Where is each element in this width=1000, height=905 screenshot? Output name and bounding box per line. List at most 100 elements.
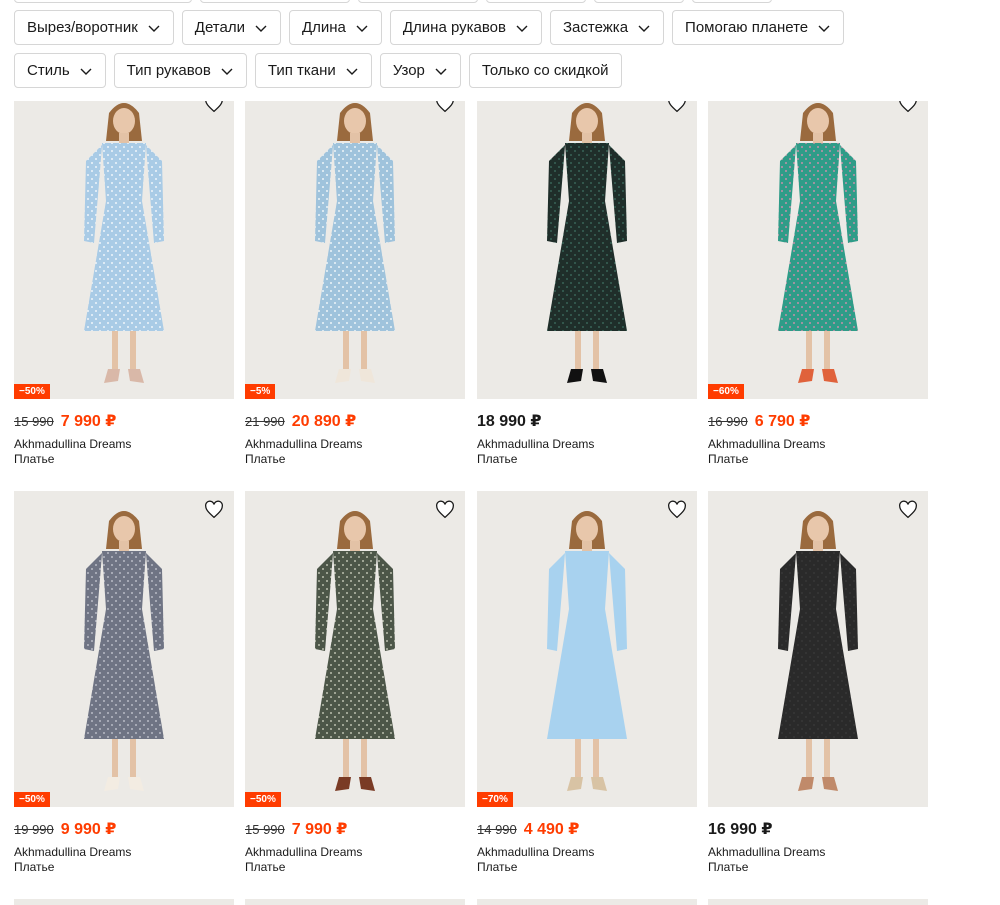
brand-name[interactable]: Akhmadullina Dreams bbox=[477, 437, 697, 452]
model-figure bbox=[547, 511, 627, 791]
filter-label: Длина bbox=[301, 19, 346, 36]
product-photo[interactable]: −50% bbox=[245, 491, 465, 807]
filter-label: Только со скидкой bbox=[481, 62, 609, 79]
filter-neckline[interactable]: Вырез/воротник bbox=[14, 10, 174, 45]
product-type: Платье bbox=[477, 860, 518, 874]
brand-name[interactable]: Akhmadullina Dreams bbox=[708, 437, 928, 452]
product-card[interactable]: 16 990 ₽ Akhmadullina Dreams Платье bbox=[708, 491, 928, 875]
price-block: 14 990 4 490 ₽ bbox=[477, 819, 697, 838]
filter-label: Узор bbox=[392, 62, 425, 79]
product-type: Платье bbox=[708, 860, 749, 874]
model-figure bbox=[315, 511, 395, 791]
heart-icon[interactable] bbox=[897, 499, 919, 521]
product-photo[interactable]: −5% bbox=[245, 101, 465, 399]
sale-price: 20 890 ₽ bbox=[291, 413, 357, 430]
price-block: 19 990 9 990 ₽ bbox=[14, 819, 234, 838]
old-price: 21 990 bbox=[245, 414, 285, 429]
price-block: 15 990 7 990 ₽ bbox=[14, 411, 234, 430]
filter-sleeve-type[interactable]: Тип рукавов bbox=[113, 53, 247, 88]
heart-icon[interactable] bbox=[203, 101, 225, 115]
heart-icon[interactable] bbox=[666, 499, 688, 521]
discount-badge: −5% bbox=[245, 384, 276, 399]
old-price: 16 990 bbox=[708, 414, 748, 429]
sale-price: 7 990 ₽ bbox=[291, 821, 348, 838]
chevron-down-icon bbox=[435, 68, 447, 75]
brand-name[interactable]: Akhmadullina Dreams bbox=[708, 845, 928, 860]
brand-name[interactable]: Akhmadullina Dreams bbox=[14, 437, 234, 452]
product-card[interactable]: −50% 15 990 7 990 ₽ Akhmadullina Dreams Плат… bbox=[14, 101, 234, 467]
brand-name[interactable]: Akhmadullina Dreams bbox=[477, 845, 697, 860]
price-block: 21 990 20 890 ₽ bbox=[245, 411, 465, 430]
product-photo[interactable]: −50% bbox=[14, 101, 234, 399]
product-photo[interactable] bbox=[708, 491, 928, 807]
chevron-down-icon bbox=[818, 25, 830, 32]
heart-icon[interactable] bbox=[434, 499, 456, 521]
filter-fastener[interactable]: Застежка bbox=[550, 10, 665, 45]
filter-label: Помогаю планете bbox=[685, 19, 809, 36]
filter-sleeve-length[interactable]: Длина рукавов bbox=[389, 10, 542, 45]
filter-length[interactable]: Длина bbox=[288, 10, 382, 45]
product-type: Платье bbox=[14, 452, 55, 466]
sale-price: 4 490 ₽ bbox=[523, 821, 580, 838]
filter-pattern[interactable]: Узор bbox=[379, 53, 461, 88]
chevron-down-icon bbox=[255, 25, 267, 32]
discount-badge: −50% bbox=[245, 792, 281, 807]
previous-filter-row-edge bbox=[0, 0, 1000, 4]
product-photo[interactable] bbox=[477, 101, 697, 399]
price-block: 16 990 ₽ bbox=[708, 819, 928, 838]
filter-row-2: Стиль Тип рукавов Тип ткани Узор Только … bbox=[14, 53, 622, 88]
product-card[interactable]: −50% 15 990 7 990 ₽ Akhmadullina Dreams Плат… bbox=[245, 491, 465, 875]
price-block: 16 990 6 790 ₽ bbox=[708, 411, 928, 430]
chevron-down-icon bbox=[221, 68, 233, 75]
price-block: 15 990 7 990 ₽ bbox=[245, 819, 465, 838]
price: 18 990 ₽ bbox=[477, 413, 542, 430]
sale-price: 7 990 ₽ bbox=[60, 413, 117, 430]
heart-icon[interactable] bbox=[203, 499, 225, 521]
model-figure bbox=[84, 511, 164, 791]
heart-icon[interactable] bbox=[666, 101, 688, 115]
product-card[interactable]: −60% 16 990 6 790 ₽ Akhmadullina Dreams Плат… bbox=[708, 101, 928, 467]
sale-price: 6 790 ₽ bbox=[754, 413, 811, 430]
discount-badge: −70% bbox=[477, 792, 513, 807]
chevron-down-icon bbox=[356, 25, 368, 32]
old-price: 15 990 bbox=[14, 414, 54, 429]
model-figure bbox=[778, 511, 858, 791]
filter-label: Застежка bbox=[563, 19, 629, 36]
chevron-down-icon bbox=[148, 25, 160, 32]
heart-icon[interactable] bbox=[897, 101, 919, 115]
chevron-down-icon bbox=[516, 25, 528, 32]
model-figure bbox=[84, 103, 164, 383]
price-block: 18 990 ₽ bbox=[477, 411, 697, 430]
price: 16 990 ₽ bbox=[708, 821, 773, 838]
filter-eco[interactable]: Помогаю планете bbox=[672, 10, 845, 45]
brand-name[interactable]: Akhmadullina Dreams bbox=[245, 437, 465, 452]
brand-name[interactable]: Akhmadullina Dreams bbox=[14, 845, 234, 860]
filter-details[interactable]: Детали bbox=[181, 10, 281, 45]
heart-icon[interactable] bbox=[434, 101, 456, 115]
product-type: Платье bbox=[245, 452, 286, 466]
filter-label: Вырез/воротник bbox=[27, 19, 138, 36]
product-card[interactable]: −5% 21 990 20 890 ₽ Akhmadullina Dreams Плат… bbox=[245, 101, 465, 467]
brand-name[interactable]: Akhmadullina Dreams bbox=[245, 845, 465, 860]
product-photo[interactable]: −60% bbox=[708, 101, 928, 399]
product-photo[interactable]: −50% bbox=[14, 491, 234, 807]
filter-label: Детали bbox=[194, 19, 245, 36]
sale-price: 9 990 ₽ bbox=[60, 821, 117, 838]
filter-label: Длина рукавов bbox=[402, 19, 506, 36]
filter-row-1: Вырез/воротник Детали Длина Длина рукаво… bbox=[14, 10, 845, 45]
model-figure bbox=[547, 103, 627, 383]
product-card[interactable]: 18 990 ₽ Akhmadullina Dreams Платье bbox=[477, 101, 697, 467]
discount-badge: −60% bbox=[708, 384, 744, 399]
product-type: Платье bbox=[14, 860, 55, 874]
product-card[interactable]: −50% 19 990 9 990 ₽ Akhmadullina Dreams Плат… bbox=[14, 491, 234, 875]
chevron-down-icon bbox=[346, 68, 358, 75]
discount-badge: −50% bbox=[14, 384, 50, 399]
model-figure bbox=[778, 103, 858, 383]
filter-style[interactable]: Стиль bbox=[14, 53, 106, 88]
product-photo[interactable]: −70% bbox=[477, 491, 697, 807]
filter-fabric-type[interactable]: Тип ткани bbox=[254, 53, 372, 88]
product-card[interactable]: −70% 14 990 4 490 ₽ Akhmadullina Dreams Плат… bbox=[477, 491, 697, 875]
discount-badge: −50% bbox=[14, 792, 50, 807]
filter-discount-only[interactable]: Только со скидкой bbox=[468, 53, 622, 88]
filter-label: Тип ткани bbox=[267, 62, 336, 79]
